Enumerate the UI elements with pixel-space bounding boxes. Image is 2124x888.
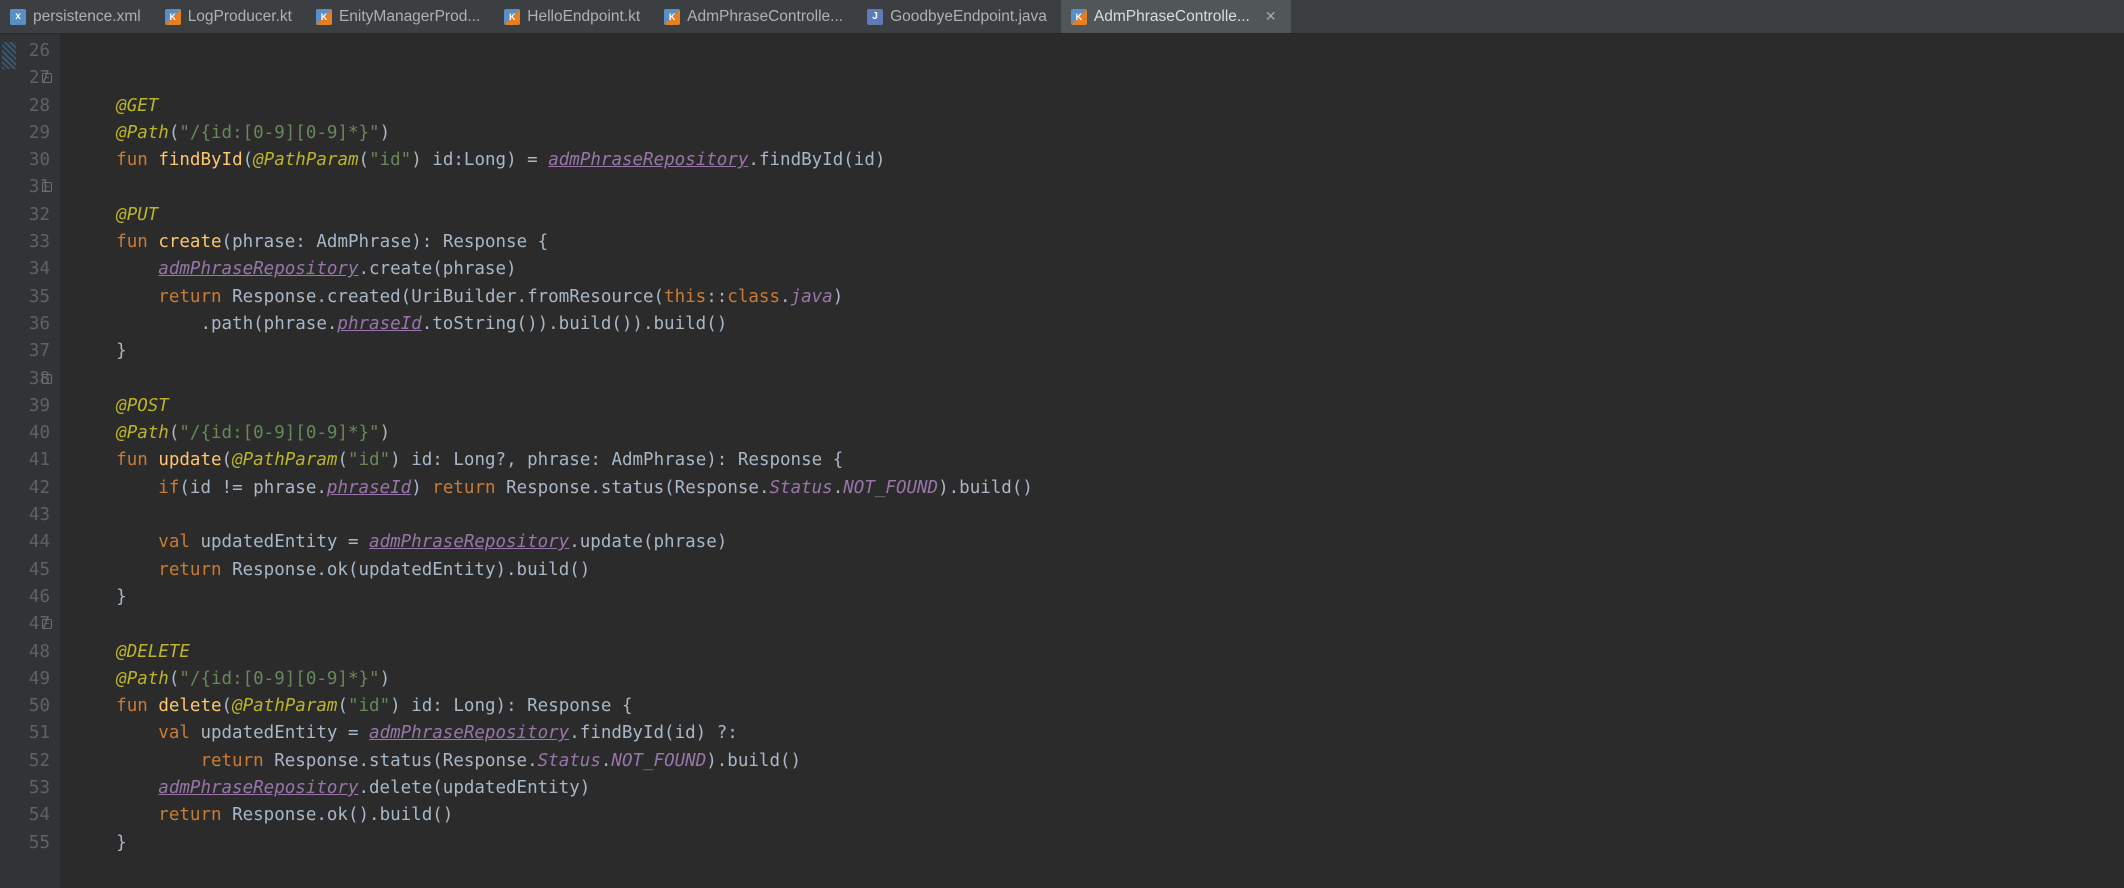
- code-line: val updatedEntity = admPhraseRepository.…: [74, 532, 727, 552]
- code-line: @Path("/{id:[0-9][0-9]*}"): [74, 123, 390, 143]
- tab-label: GoodbyeEndpoint.java: [890, 8, 1047, 26]
- tab-helloendpoint-kt[interactable]: K HelloEndpoint.kt: [494, 0, 654, 33]
- line-number: 51: [0, 720, 50, 747]
- line-number: 42: [0, 475, 50, 502]
- line-number: 39: [0, 393, 50, 420]
- code-line: [74, 177, 85, 197]
- code-line: .path(phrase.phraseId.toString()).build(…: [74, 314, 727, 334]
- line-number: 33: [0, 229, 50, 256]
- line-number: 29: [0, 120, 50, 147]
- close-icon[interactable]: ✕: [1265, 8, 1277, 25]
- line-number: 38−: [0, 366, 50, 393]
- tab-label: AdmPhraseControlle...: [687, 8, 843, 26]
- line-number: 26: [0, 38, 50, 65]
- line-number: 30: [0, 147, 50, 174]
- code-line: fun findById(@PathParam("id") id:Long) =…: [74, 150, 885, 170]
- line-number: 27−: [0, 65, 50, 92]
- kotlin-file-icon: K: [1071, 9, 1087, 25]
- line-number: 55: [0, 830, 50, 857]
- line-number: 54: [0, 802, 50, 829]
- tab-label: LogProducer.kt: [188, 8, 292, 26]
- line-number-gutter: 26 27− 28 29 30 31− 32 33 34 35 36 37 38…: [0, 34, 60, 888]
- tab-label: HelloEndpoint.kt: [527, 8, 640, 26]
- java-file-icon: J: [867, 9, 883, 25]
- code-content[interactable]: @GET @Path("/{id:[0-9][0-9]*}") fun find…: [60, 34, 1033, 888]
- line-number: 43: [0, 502, 50, 529]
- tab-admphrasecontroller-kt-2[interactable]: K AdmPhraseControlle... ✕: [1061, 0, 1291, 33]
- xml-file-icon: x: [10, 9, 26, 25]
- code-line: }: [74, 587, 127, 607]
- tab-label: EnityManagerProd...: [339, 8, 480, 26]
- code-line: return Response.created(UriBuilder.fromR…: [74, 287, 843, 307]
- line-number: 40: [0, 420, 50, 447]
- code-line: return Response.status(Response.Status.N…: [74, 751, 801, 771]
- tab-persistence-xml[interactable]: x persistence.xml: [0, 0, 155, 33]
- code-line: fun delete(@PathParam("id") id: Long): R…: [74, 696, 633, 716]
- tab-label: AdmPhraseControlle...: [1094, 8, 1250, 26]
- line-number: 28: [0, 93, 50, 120]
- line-number: 45: [0, 557, 50, 584]
- kotlin-file-icon: K: [165, 9, 181, 25]
- tab-entitymanagerprod-kt[interactable]: K EnityManagerProd...: [306, 0, 494, 33]
- line-number: 50: [0, 693, 50, 720]
- line-number: 47−: [0, 611, 50, 638]
- code-line: @Path("/{id:[0-9][0-9]*}"): [74, 423, 390, 443]
- code-line: @GET: [74, 96, 158, 116]
- tab-goodbyeendpoint-java[interactable]: J GoodbyeEndpoint.java: [857, 0, 1061, 33]
- fold-icon[interactable]: −: [42, 73, 52, 83]
- line-number: 35: [0, 284, 50, 311]
- code-line: }: [74, 833, 127, 853]
- kotlin-file-icon: K: [664, 9, 680, 25]
- code-editor[interactable]: 26 27− 28 29 30 31− 32 33 34 35 36 37 38…: [0, 34, 2124, 888]
- line-number: 53: [0, 775, 50, 802]
- code-line: val updatedEntity = admPhraseRepository.…: [74, 723, 738, 743]
- code-line: return Response.ok(updatedEntity).build(…: [74, 560, 590, 580]
- line-number: 46: [0, 584, 50, 611]
- line-number: 41: [0, 447, 50, 474]
- kotlin-file-icon: K: [316, 9, 332, 25]
- fold-icon[interactable]: −: [42, 182, 52, 192]
- tab-logproducer-kt[interactable]: K LogProducer.kt: [155, 0, 306, 33]
- code-line: @POST: [74, 396, 169, 416]
- line-number: 37: [0, 338, 50, 365]
- line-number: 34: [0, 256, 50, 283]
- line-number: 31−: [0, 174, 50, 201]
- code-line: fun update(@PathParam("id") id: Long?, p…: [74, 450, 843, 470]
- code-line: @DELETE: [74, 642, 190, 662]
- editor-tab-bar: x persistence.xml K LogProducer.kt K Eni…: [0, 0, 2124, 34]
- kotlin-file-icon: K: [504, 9, 520, 25]
- line-number: 36: [0, 311, 50, 338]
- tab-admphrasecontroller-kt-1[interactable]: K AdmPhraseControlle...: [654, 0, 857, 33]
- code-line: admPhraseRepository.create(phrase): [74, 259, 517, 279]
- fold-icon[interactable]: −: [42, 374, 52, 384]
- line-number: 32: [0, 202, 50, 229]
- code-line: [74, 505, 85, 525]
- code-line: [74, 369, 85, 389]
- line-number: 44: [0, 529, 50, 556]
- code-line: [74, 614, 85, 634]
- line-number: 48: [0, 639, 50, 666]
- code-line: if(id != phrase.phraseId) return Respons…: [74, 478, 1033, 498]
- line-number: 52: [0, 748, 50, 775]
- code-line: [74, 68, 85, 88]
- fold-icon[interactable]: −: [42, 619, 52, 629]
- tab-label: persistence.xml: [33, 8, 141, 26]
- line-number: 49: [0, 666, 50, 693]
- code-line: @Path("/{id:[0-9][0-9]*}"): [74, 669, 390, 689]
- code-line: return Response.ok().build(): [74, 805, 453, 825]
- code-line: fun create(phrase: AdmPhrase): Response …: [74, 232, 548, 252]
- code-line: }: [74, 341, 127, 361]
- code-line: admPhraseRepository.delete(updatedEntity…: [74, 778, 590, 798]
- code-line: @PUT: [74, 205, 158, 225]
